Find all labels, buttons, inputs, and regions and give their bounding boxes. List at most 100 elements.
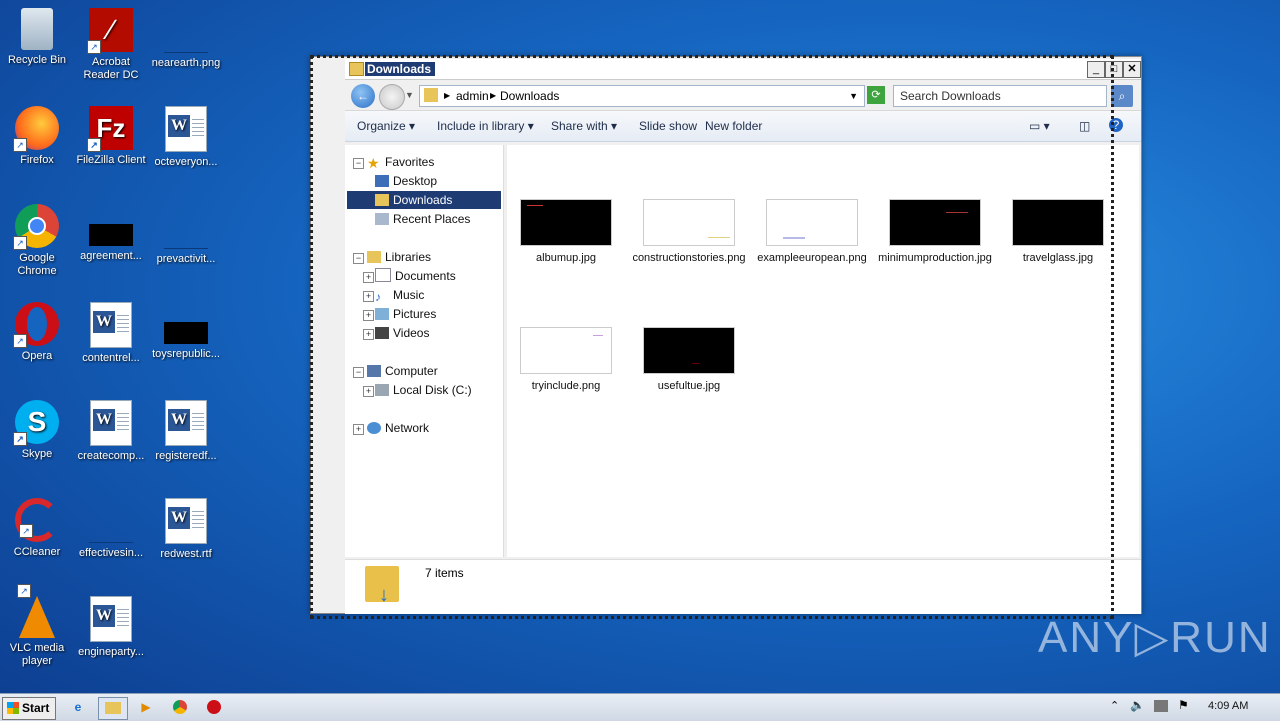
collapse-icon[interactable]: −: [353, 158, 364, 169]
show-hidden-icons-icon[interactable]: ⌃: [1110, 699, 1119, 712]
slide-show-button[interactable]: Slide show: [639, 119, 697, 133]
address-dropdown-icon[interactable]: ▼: [849, 91, 858, 101]
desktop-icon-octeveryon[interactable]: octeveryon...: [149, 106, 223, 169]
forward-button[interactable]: [379, 84, 405, 110]
word-document-icon: [165, 400, 207, 446]
desktop-icon-label: prevactivit...: [156, 253, 216, 265]
expand-icon[interactable]: +: [363, 310, 374, 321]
desktop-icon-engineparty[interactable]: engineparty...: [74, 596, 148, 659]
desktop-icon-filezilla[interactable]: Fz ↗ FileZilla Client: [74, 106, 148, 167]
desktop-icon-opera[interactable]: ↗ Opera: [0, 302, 74, 363]
new-folder-button[interactable]: New folder: [705, 119, 762, 133]
expand-icon[interactable]: +: [363, 272, 374, 283]
back-button[interactable]: ←: [351, 84, 375, 108]
file-item[interactable]: minimumproduction.jpg: [876, 199, 994, 265]
nav-item-documents[interactable]: Documents: [375, 267, 456, 285]
address-bar[interactable]: ▶ admin ▶ Downloads ▼: [419, 85, 865, 107]
desktop-icon-label: engineparty...: [78, 646, 144, 658]
maximize-button[interactable]: □: [1105, 61, 1123, 78]
change-view-icon[interactable]: ▭ ▾: [1029, 119, 1050, 133]
chevron-right-icon[interactable]: ▶: [444, 91, 450, 100]
clock[interactable]: 4:09 AM: [1208, 700, 1248, 712]
file-item[interactable]: albumup.jpg: [507, 199, 625, 265]
file-thumbnail: [520, 327, 612, 374]
desktop-icon-chrome[interactable]: ↗ Google Chrome: [0, 204, 74, 278]
desktop-icon-label: FileZilla Client: [76, 154, 146, 166]
file-item[interactable]: tryinclude.png: [507, 327, 625, 393]
nav-item-recent-places[interactable]: Recent Places: [375, 210, 470, 228]
file-item[interactable]: travelglass.jpg: [999, 199, 1117, 265]
title-bar[interactable]: Downloads _ □ ✕: [345, 59, 1141, 80]
taskbar-chrome-icon[interactable]: [166, 697, 194, 718]
desktop-icon-registeredf[interactable]: registeredf...: [149, 400, 223, 463]
preview-pane-icon[interactable]: ◫: [1079, 119, 1090, 133]
minimize-button[interactable]: _: [1087, 61, 1105, 78]
desktop-icon-recycle-bin[interactable]: Recycle Bin: [0, 8, 74, 67]
refresh-button[interactable]: ⟳: [867, 86, 885, 104]
recent-pages-dropdown-icon[interactable]: ▼: [405, 90, 414, 100]
file-item[interactable]: exampleeuropean.png: [753, 199, 871, 265]
desktop-icon-vlc[interactable]: ↗ VLC media player: [0, 584, 74, 668]
desktop-icon-nearearth[interactable]: nearearth.png: [149, 8, 223, 70]
expand-icon[interactable]: +: [363, 329, 374, 340]
start-button[interactable]: Start: [2, 697, 56, 720]
taskbar-ie-icon[interactable]: e: [64, 697, 92, 718]
taskbar-explorer-icon[interactable]: [98, 697, 128, 720]
folder-icon: [349, 62, 364, 76]
expand-icon[interactable]: +: [363, 291, 374, 302]
explorer-window[interactable]: Downloads _ □ ✕ ← ▼ ▶ admin ▶ Downloads …: [310, 56, 1142, 614]
nav-item-computer[interactable]: Computer: [367, 362, 438, 380]
breadcrumb-admin[interactable]: admin: [456, 89, 489, 103]
search-input[interactable]: Search Downloads: [893, 85, 1107, 107]
desktop-icon-agreement[interactable]: agreement...: [74, 204, 148, 263]
file-item[interactable]: usefultue.jpg: [630, 327, 748, 393]
nav-item-pictures[interactable]: Pictures: [375, 305, 436, 323]
file-name: travelglass.jpg: [1022, 252, 1094, 264]
nav-item-network[interactable]: Network: [367, 419, 429, 437]
expand-icon[interactable]: +: [363, 386, 374, 397]
nav-item-local-disk[interactable]: Local Disk (C:): [375, 381, 472, 399]
desktop-icon-redwest[interactable]: redwest.rtf: [149, 498, 223, 561]
search-placeholder: Search Downloads: [900, 89, 1001, 103]
help-icon[interactable]: ?: [1109, 118, 1123, 132]
nav-item-videos[interactable]: Videos: [375, 324, 429, 342]
search-icon[interactable]: ⌕: [1111, 85, 1133, 107]
nav-item-downloads[interactable]: Downloads: [347, 191, 501, 209]
close-button[interactable]: ✕: [1123, 61, 1141, 78]
desktop-icon-createcomp[interactable]: createcomp...: [74, 400, 148, 463]
nav-item-music[interactable]: ♪ Music: [375, 286, 424, 304]
organize-button[interactable]: Organize ▾: [357, 119, 415, 133]
action-center-flag-icon[interactable]: ⚑: [1178, 698, 1189, 712]
include-in-library-button[interactable]: Include in library ▾: [437, 119, 534, 133]
collapse-icon[interactable]: −: [353, 367, 364, 378]
shortcut-arrow-icon: ↗: [87, 40, 101, 54]
desktop-icon-prevactivit[interactable]: prevactivit...: [149, 204, 223, 266]
recycle-bin-icon: [21, 8, 53, 50]
desktop-icon-firefox[interactable]: ↗ Firefox: [0, 106, 74, 167]
network-tray-icon[interactable]: [1154, 700, 1168, 712]
chevron-right-icon[interactable]: ▶: [490, 91, 496, 100]
share-with-button[interactable]: Share with ▾: [551, 119, 617, 133]
taskbar-opera-icon[interactable]: [200, 697, 228, 718]
breadcrumb-downloads[interactable]: Downloads: [500, 89, 559, 103]
nav-item-favorites[interactable]: ★ Favorites: [367, 153, 434, 171]
desktop-icon-effectivesin[interactable]: effectivesin...: [74, 498, 148, 560]
volume-icon[interactable]: 🔈: [1130, 698, 1145, 712]
nav-item-desktop[interactable]: Desktop: [375, 172, 437, 190]
desktop-icon-toysrepublic[interactable]: toysrepublic...: [149, 302, 223, 361]
filezilla-icon: Fz ↗: [87, 106, 133, 152]
file-item[interactable]: constructionstories.png: [630, 199, 748, 265]
desktop-icon-ccleaner[interactable]: ↗ CCleaner: [0, 498, 74, 559]
taskbar-media-player-icon[interactable]: ▶: [132, 697, 160, 718]
desktop-icon-skype[interactable]: S ↗ Skype: [0, 400, 74, 461]
taskbar: Start e ▶ ⌃ 🔈 ⚑ 4:09 AM: [0, 693, 1280, 721]
desktop-icon-acrobat[interactable]: ∕ ↗ Acrobat Reader DC: [74, 8, 148, 82]
shortcut-arrow-icon: ↗: [13, 236, 27, 250]
nav-item-libraries[interactable]: Libraries: [367, 248, 431, 266]
desktop-icon-contentrel[interactable]: contentrel...: [74, 302, 148, 365]
image-file-icon: [164, 8, 208, 53]
collapse-icon[interactable]: −: [353, 253, 364, 264]
shortcut-arrow-icon: ↗: [87, 138, 101, 152]
recent-places-icon: [375, 213, 389, 225]
expand-icon[interactable]: +: [353, 424, 364, 435]
